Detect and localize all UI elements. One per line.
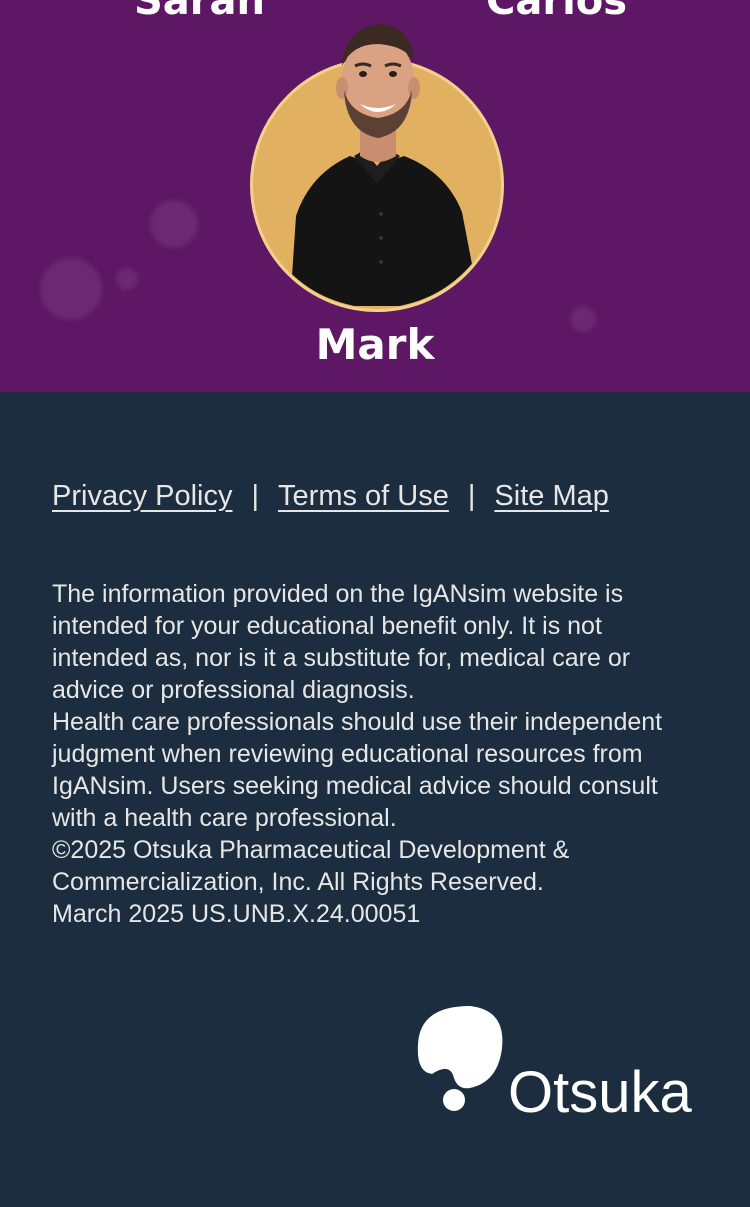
legal-disclaimer: The information provided on the IgANsim … bbox=[52, 578, 702, 930]
featured-character-name: Mark bbox=[315, 320, 435, 369]
terms-of-use-link[interactable]: Terms of Use bbox=[278, 480, 449, 512]
character-name-carlos[interactable]: Carlos bbox=[486, 0, 627, 24]
site-map-link[interactable]: Site Map bbox=[494, 480, 608, 512]
bokeh-decoration bbox=[40, 258, 102, 320]
site-footer: Privacy Policy | Terms of Use | Site Map The… bbox=[0, 392, 750, 1207]
footer-links: Privacy Policy | Terms of Use | Site Map bbox=[52, 480, 609, 513]
disclaimer-educational: The information provided on the IgANsim … bbox=[52, 580, 631, 704]
copyright-notice: ©2025 Otsuka Pharmaceutical Development … bbox=[52, 836, 570, 896]
character-name-sarah[interactable]: Sarah bbox=[134, 0, 265, 24]
document-code: March 2025 US.UNB.X.24.00051 bbox=[52, 900, 421, 928]
bokeh-decoration bbox=[150, 200, 198, 248]
disclaimer-professionals: Health care professionals should use the… bbox=[52, 708, 663, 832]
character-avatar-mark[interactable] bbox=[250, 16, 504, 312]
link-separator: | bbox=[251, 480, 260, 512]
otsuka-logo: Otsuka bbox=[417, 1006, 692, 1120]
logo-wordmark: Otsuka bbox=[508, 1060, 692, 1120]
avatar-portrait bbox=[290, 24, 480, 306]
link-separator: | bbox=[467, 480, 476, 512]
bokeh-decoration bbox=[116, 268, 138, 290]
privacy-policy-link[interactable]: Privacy Policy bbox=[52, 480, 233, 512]
character-carousel: Sarah Carlos Mark bbox=[0, 0, 750, 392]
